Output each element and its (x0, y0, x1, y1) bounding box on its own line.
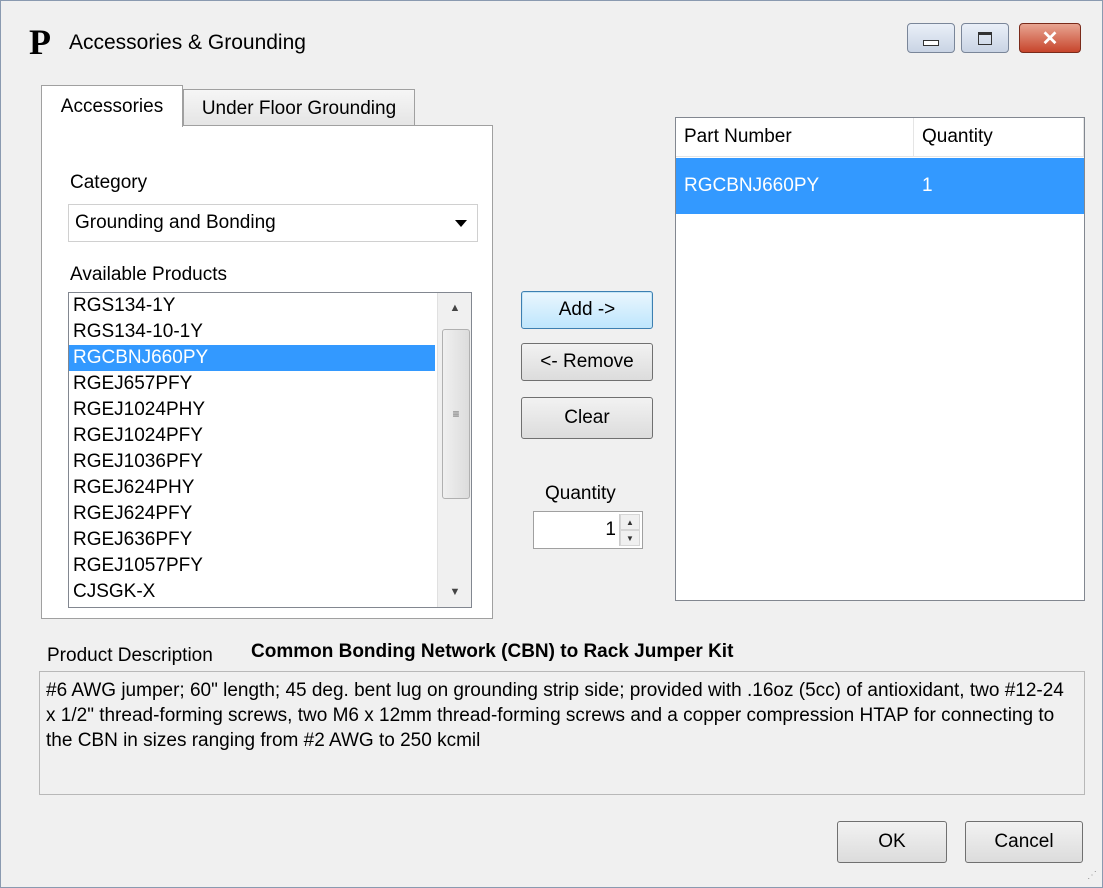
increment-icon[interactable]: ▲ (620, 514, 640, 530)
clear-button[interactable]: Clear (521, 397, 653, 439)
dialog-window: P Accessories & Grounding ✕ Accessories … (0, 0, 1103, 888)
list-item[interactable]: RGEJ1057PFY (69, 553, 435, 579)
quantity-value[interactable]: 1 (605, 519, 616, 541)
ok-button[interactable]: OK (837, 821, 947, 863)
list-item[interactable]: RGEJ657PFY (69, 371, 435, 397)
column-header-quantity[interactable]: Quantity (914, 118, 1084, 156)
list-item[interactable]: RGEJ1024PHY (69, 397, 435, 423)
category-dropdown[interactable]: Grounding and Bonding (68, 204, 478, 242)
scroll-thumb[interactable]: ≡ (442, 329, 470, 499)
cancel-button[interactable]: Cancel (965, 821, 1083, 863)
maximize-icon (978, 31, 992, 45)
list-item[interactable]: RGS134-10-1Y (69, 319, 435, 345)
minimize-button[interactable] (907, 23, 955, 53)
minimize-icon (923, 40, 939, 46)
maximize-button[interactable] (961, 23, 1009, 53)
list-item[interactable]: RGS134-1Y (69, 293, 435, 319)
list-item[interactable]: CJSGK-X (69, 579, 435, 605)
window-title: Accessories & Grounding (69, 31, 306, 54)
decrement-icon[interactable]: ▼ (620, 530, 640, 546)
close-icon: ✕ (1041, 27, 1059, 50)
close-button[interactable]: ✕ (1019, 23, 1081, 53)
available-products-list[interactable]: RGS134-1Y RGS134-10-1Y RGCBNJ660PY RGEJ657P… (68, 292, 472, 608)
list-item[interactable]: RGEJ624PFY (69, 501, 435, 527)
quantity-label: Quantity (545, 483, 616, 504)
table-header: Part Number Quantity (676, 118, 1084, 157)
available-products-label: Available Products (70, 264, 228, 285)
product-description-label: Product Description (47, 645, 213, 666)
quantity-stepper[interactable]: 1 ▲ ▼ (533, 511, 643, 549)
product-description-text: #6 AWG jumper; 60" length; 45 deg. bent … (39, 671, 1085, 795)
row-part-number: RGCBNJ660PY (684, 175, 820, 196)
selected-parts-table[interactable]: Part Number Quantity RGCBNJ660PY 1 (675, 117, 1085, 601)
list-item[interactable]: RGEJ1036PFY (69, 449, 435, 475)
list-item[interactable]: RGEJ636PFY (69, 527, 435, 553)
add-button[interactable]: Add -> (521, 291, 653, 329)
list-item[interactable]: RGCBNJ660PY (69, 345, 435, 371)
chevron-down-icon (455, 220, 467, 227)
product-description-title: Common Bonding Network (CBN) to Rack Jum… (251, 641, 734, 662)
tab-accessories[interactable]: Accessories (41, 85, 183, 127)
table-row[interactable]: RGCBNJ660PY 1 (676, 158, 1084, 214)
app-logo: P (29, 22, 51, 62)
list-scrollbar[interactable]: ▲ ≡ ▼ (437, 293, 471, 607)
tab-under-floor-grounding[interactable]: Under Floor Grounding (183, 89, 415, 127)
list-item[interactable]: RGEJ1024PFY (69, 423, 435, 449)
category-selected-value: Grounding and Bonding (75, 212, 276, 233)
scroll-up-icon[interactable]: ▲ (438, 293, 471, 323)
title-bar[interactable]: P Accessories & Grounding ✕ (1, 1, 1102, 83)
scroll-down-icon[interactable]: ▼ (438, 577, 471, 607)
row-quantity: 1 (922, 175, 933, 196)
column-header-part-number[interactable]: Part Number (676, 118, 914, 156)
accessories-tab-panel: Category Grounding and Bonding Available… (41, 125, 493, 619)
resize-grip-icon[interactable]: ⋰ (1087, 870, 1097, 881)
category-label: Category (70, 172, 148, 193)
remove-button[interactable]: <- Remove (521, 343, 653, 381)
list-item[interactable]: RGEJ624PHY (69, 475, 435, 501)
